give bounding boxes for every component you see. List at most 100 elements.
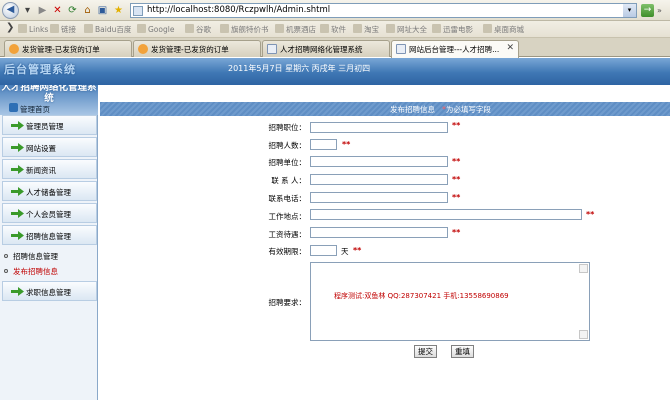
browser-tab[interactable]: 发货管理-已发货的订单 <box>133 40 261 57</box>
bookmark-item[interactable]: 谷歌 <box>185 24 211 35</box>
page-icon <box>133 6 143 16</box>
menu-news[interactable]: 新闻资讯 <box>2 159 97 179</box>
firefox-icon <box>9 44 19 54</box>
bookmark-item[interactable]: Google <box>137 24 174 34</box>
day-unit: 天 <box>341 247 349 256</box>
menu-job-seeker-management[interactable]: 求职信息管理 <box>2 281 97 301</box>
bookmark-item[interactable]: 机票酒店 <box>275 24 316 35</box>
browser-tab[interactable]: 发货管理-已发货的订单 <box>4 40 132 57</box>
home-icon[interactable]: ⌂ <box>81 4 94 17</box>
menu-label: 人才储备管理 <box>26 188 71 197</box>
stop-icon[interactable]: ✕ <box>51 4 64 17</box>
menu-label: 求职信息管理 <box>26 288 71 297</box>
browser-tab[interactable]: 人才招聘网络化管理系统 <box>262 40 390 57</box>
headcount-input[interactable] <box>310 139 337 150</box>
required-mark: ** <box>452 157 461 166</box>
required-mark: ** <box>452 175 461 184</box>
go-button[interactable]: → <box>641 4 654 17</box>
bookmark-icon <box>432 24 441 33</box>
requirements-textarea[interactable]: 程序测试:双鱼林 QQ:287307421 手机:13558690869 <box>310 262 590 341</box>
submit-button[interactable]: 提交 <box>414 345 437 358</box>
address-bar[interactable]: http://localhost:8080/Rczpwlh/Admin.shtm… <box>130 3 637 18</box>
phone-input[interactable] <box>310 192 448 203</box>
required-mark: ** <box>452 193 461 202</box>
submenu-publish-recruitment[interactable]: 发布招聘信息 <box>4 266 58 277</box>
site-logo: 后台管理系统 <box>4 63 76 76</box>
green-arrow-icon <box>11 187 24 196</box>
contact-person-input[interactable] <box>310 174 448 185</box>
label-phone: 联系电话： <box>268 194 307 203</box>
bookmark-icon <box>18 24 27 33</box>
scroll-down-icon[interactable] <box>579 330 588 339</box>
label-headcount: 招聘人数： <box>268 141 307 150</box>
back-button[interactable]: ◀ <box>2 2 19 19</box>
bookmark-icon <box>137 24 146 33</box>
green-arrow-icon <box>11 231 24 240</box>
bookmark-manager-icon[interactable]: ▣ <box>96 4 109 17</box>
job-title-input[interactable] <box>310 122 448 133</box>
menu-site-settings[interactable]: 网站设置 <box>2 137 97 157</box>
menu-recruitment-management[interactable]: 招聘信息管理 <box>2 225 97 245</box>
banner-text: 发布招聘信息 *为必填写字段 <box>390 105 491 114</box>
page-icon <box>396 44 406 54</box>
reset-button[interactable]: 重填 <box>451 345 474 358</box>
menu-label: 新闻资讯 <box>26 166 56 175</box>
bookmark-icon <box>483 24 492 33</box>
bookmark-item[interactable]: 淘宝 <box>353 24 379 35</box>
label-job-title: 招聘职位： <box>268 123 307 132</box>
bookmarks-bar: ❯ Links 链接 Baidu百度 Google 谷歌 旗舰特价书 机票酒店 … <box>0 21 670 38</box>
scroll-up-icon[interactable] <box>579 264 588 273</box>
refresh-icon[interactable]: ⟳ <box>66 4 79 17</box>
bookmark-item[interactable]: 软件 <box>320 24 346 35</box>
bookmark-icon <box>220 24 229 33</box>
label-contact-person: 联 系 人： <box>271 176 306 185</box>
tab-bar: 发货管理-已发货的订单 发货管理-已发货的订单 人才招聘网络化管理系统 网站后台… <box>0 38 670 58</box>
bookmark-icon <box>50 24 59 33</box>
validity-days-input[interactable] <box>310 245 337 256</box>
tab-label: 人才招聘网络化管理系统 <box>280 45 363 54</box>
bookmark-icon <box>353 24 362 33</box>
menu-member-management[interactable]: 个人会员管理 <box>2 203 97 223</box>
bookmark-item[interactable]: 旗舰特价书 <box>220 24 269 35</box>
bookmark-icon <box>84 24 93 33</box>
date-display: 2011年5月7日 星期六 丙戌年 三月初四 <box>228 64 371 73</box>
bookmark-item[interactable]: 网址大全 <box>386 24 427 35</box>
green-arrow-icon <box>11 209 24 218</box>
green-arrow-icon <box>11 143 24 152</box>
bookmark-icon <box>320 24 329 33</box>
star-icon[interactable]: ★ <box>112 4 125 17</box>
bookmark-item[interactable]: Links <box>18 24 48 34</box>
bookmark-item[interactable]: 迅雷电影 <box>432 24 473 35</box>
address-dropdown-icon[interactable]: ▾ <box>623 4 636 17</box>
bookmark-icon <box>386 24 395 33</box>
work-location-input[interactable] <box>310 209 582 220</box>
home-icon <box>9 103 18 112</box>
company-input[interactable] <box>310 156 448 167</box>
bookmark-item[interactable]: 链接 <box>50 24 76 35</box>
salary-input[interactable] <box>310 227 448 238</box>
form-banner: 发布招聘信息 *为必填写字段 <box>100 102 670 116</box>
admin-home-link[interactable]: 管理首页 <box>20 104 50 115</box>
forward-icon[interactable]: ▶ <box>36 4 49 17</box>
browser-tab-active[interactable]: 网站后台管理---人才招聘... ✕ <box>391 40 519 58</box>
green-arrow-icon <box>11 121 24 130</box>
toolbar-overflow-icon[interactable]: » <box>657 4 669 17</box>
history-dropdown-icon[interactable]: ▾ <box>21 4 34 17</box>
bullet-icon <box>4 254 8 258</box>
submenu-recruitment-list[interactable]: 招聘信息管理 <box>4 251 58 262</box>
menu-talent-reserve[interactable]: 人才储备管理 <box>2 181 97 201</box>
label-salary: 工资待遇： <box>268 230 307 239</box>
menu-label: 个人会员管理 <box>26 210 71 219</box>
required-mark: ** <box>342 140 351 149</box>
menu-admin-management[interactable]: 管理员管理 <box>2 115 97 135</box>
close-tab-icon[interactable]: ✕ <box>506 43 514 53</box>
sidebar-toggle-icon[interactable]: ❯ <box>6 22 14 33</box>
required-mark: ** <box>586 210 595 219</box>
menu-label: 管理员管理 <box>26 122 64 131</box>
bookmark-item[interactable]: Baidu百度 <box>84 24 131 35</box>
bookmark-item[interactable]: 桌面商城 <box>483 24 524 35</box>
address-url[interactable]: http://localhost:8080/Rczpwlh/Admin.shtm… <box>147 5 330 15</box>
requirements-text: 程序测试:双鱼林 QQ:287307421 手机:13558690869 <box>334 292 509 300</box>
label-validity: 有效期限： <box>268 247 307 256</box>
tab-label: 发货管理-已发货的订单 <box>22 45 100 54</box>
